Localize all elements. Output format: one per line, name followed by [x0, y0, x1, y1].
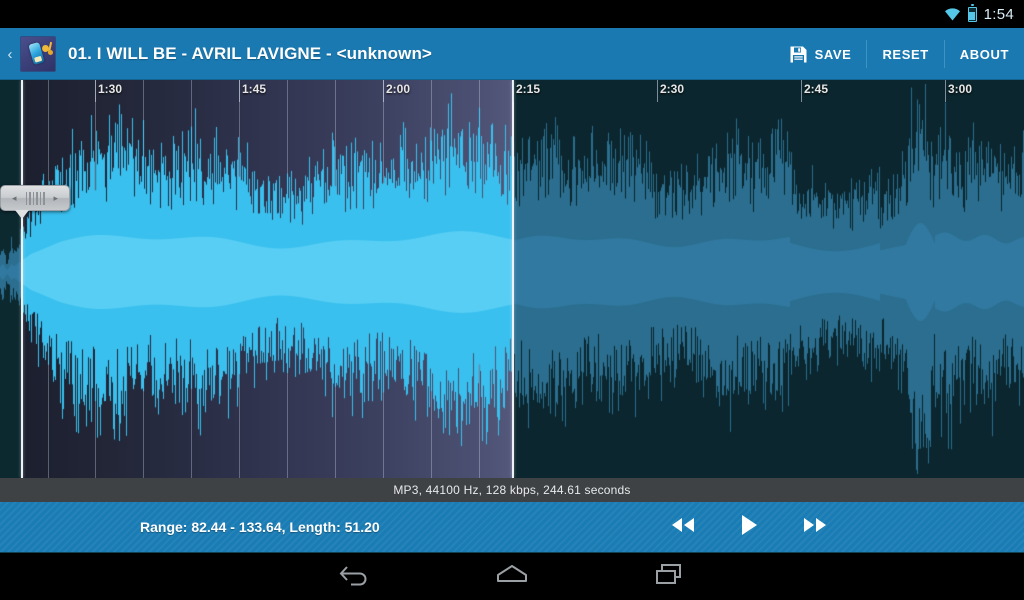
back-icon	[337, 561, 371, 592]
rewind-icon	[668, 515, 698, 540]
timeline-ruler[interactable]: 1:30 1:45 2:00 2:15 2:30 2:45 3:00	[0, 80, 1024, 102]
app-bar-actions: SAVE RESET ABOUT	[774, 28, 1024, 80]
ruler-tick	[801, 80, 802, 102]
recents-icon	[654, 561, 686, 592]
ruler-tick	[383, 80, 384, 102]
ruler-tick-label: 1:30	[98, 82, 123, 96]
selection-end-line	[512, 80, 514, 478]
ruler-tick	[657, 80, 658, 102]
android-nav-bar	[0, 552, 1024, 600]
save-button-label: SAVE	[814, 46, 852, 62]
up-navigation-caret-icon[interactable]: ‹	[3, 47, 17, 62]
ruler-tick-label: 1:45	[242, 82, 267, 96]
selection-start-handle-pointer	[15, 210, 29, 219]
range-status-text: Range: 82.44 - 133.64, Length: 51.20	[140, 519, 380, 535]
battery-icon	[967, 4, 977, 22]
play-button[interactable]	[732, 510, 766, 544]
status-bar-right: 1:54	[944, 4, 1024, 23]
selection-start-line	[21, 80, 23, 478]
reset-button-label: RESET	[882, 46, 929, 62]
transport-bar: Range: 82.44 - 133.64, Length: 51.20	[0, 502, 1024, 552]
handle-left-arrow-icon: ◂	[11, 192, 17, 203]
play-icon	[738, 513, 760, 542]
file-info-bar: MP3, 44100 Hz, 128 kbps, 244.61 seconds	[0, 478, 1024, 502]
status-clock: 1:54	[983, 5, 1014, 23]
save-button[interactable]: SAVE	[774, 28, 867, 80]
audio-editor-screen: 1:54 ‹ 01. I WILL BE - AVRIL LAVIGNE - <…	[0, 0, 1024, 600]
about-button-label: ABOUT	[959, 46, 1009, 62]
selection-start-handle[interactable]: ◂ ▸	[0, 185, 70, 211]
page-title: 01. I WILL BE - AVRIL LAVIGNE - <unknown…	[68, 44, 432, 63]
reset-button[interactable]: RESET	[867, 28, 943, 80]
nav-recents-button[interactable]	[646, 556, 694, 596]
ruler-tick-label: 2:15	[516, 82, 541, 96]
waveform-panel[interactable]: 1:30 1:45 2:00 2:15 2:30 2:45 3:00 ◂ ▸ ◂ ▸	[0, 80, 1024, 478]
app-logo-icon[interactable]	[20, 36, 56, 72]
transport-controls	[666, 510, 832, 544]
home-icon	[494, 562, 530, 591]
app-bar: ‹ 01. I WILL BE - AVRIL LAVIGNE - <unkno…	[0, 28, 1024, 80]
ruler-tick	[513, 80, 514, 102]
ruler-tick	[945, 80, 946, 102]
ruler-tick-label: 2:00	[386, 82, 411, 96]
status-bar: 1:54	[0, 0, 1024, 28]
rewind-button[interactable]	[666, 510, 700, 544]
about-button[interactable]: ABOUT	[945, 28, 1024, 80]
handle-grip-icon	[25, 191, 45, 205]
file-info-text: MP3, 44100 Hz, 128 kbps, 244.61 seconds	[393, 483, 631, 497]
fast-forward-icon	[800, 515, 830, 540]
fast-forward-button[interactable]	[798, 510, 832, 544]
floppy-disk-icon	[789, 45, 808, 64]
nav-back-button[interactable]	[330, 556, 378, 596]
ruler-tick-label: 2:30	[660, 82, 685, 96]
nav-home-button[interactable]	[488, 556, 536, 596]
ruler-tick	[95, 80, 96, 102]
ruler-tick	[239, 80, 240, 102]
handle-right-arrow-icon: ▸	[53, 192, 59, 203]
wifi-icon	[944, 7, 961, 21]
ruler-tick-label: 3:00	[948, 82, 973, 96]
ruler-tick-label: 2:45	[804, 82, 829, 96]
